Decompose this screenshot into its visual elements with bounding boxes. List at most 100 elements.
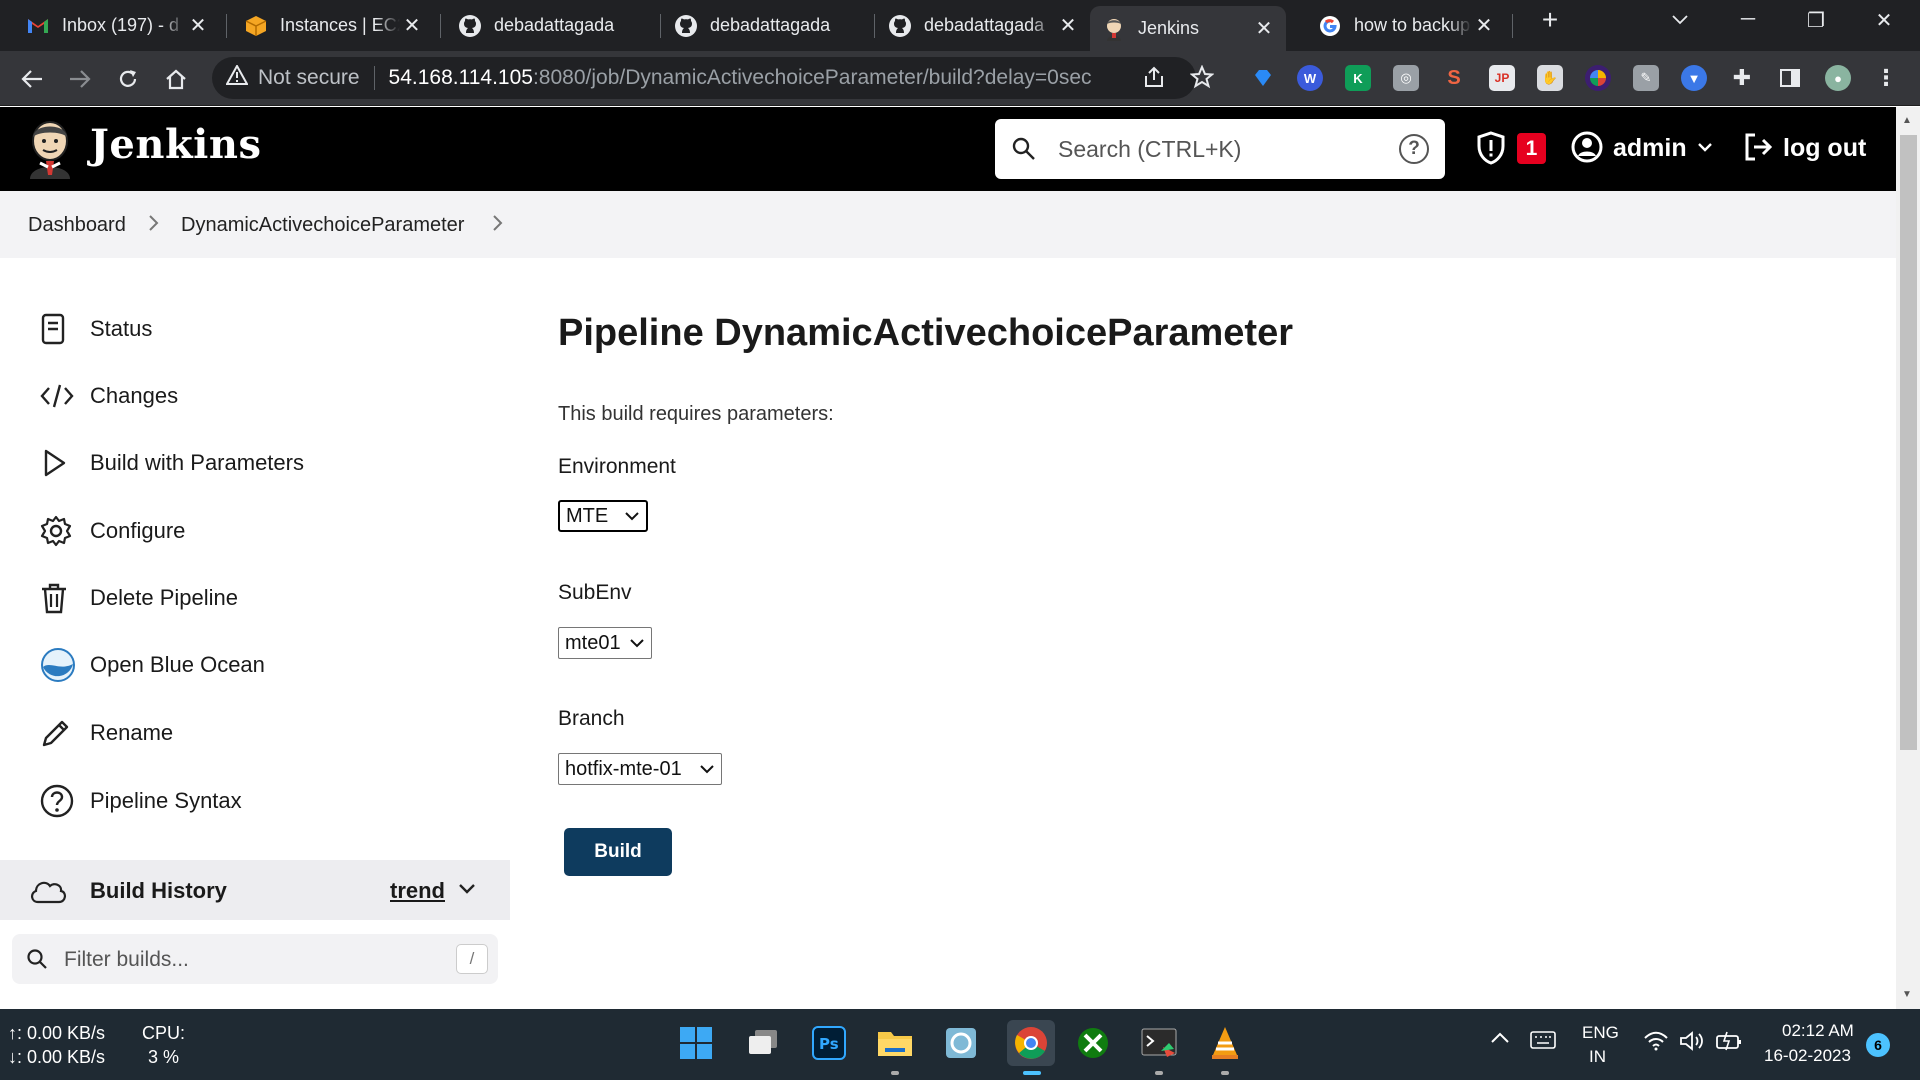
terminal-icon[interactable] [1139,1023,1179,1063]
arrow-right-icon [70,70,91,88]
help-icon[interactable]: ? [1399,134,1429,164]
page-scrollbar[interactable]: ▲ ▼ [1896,107,1920,1009]
extension-k-icon[interactable]: K [1345,65,1371,91]
chevron-right-icon[interactable] [148,213,160,238]
sidebar-item-changes[interactable]: Changes [40,374,178,418]
browser-tab-github-3[interactable]: debadattagada ✕ [876,6,1090,45]
reload-button[interactable] [110,61,146,97]
breadcrumb-job[interactable]: DynamicActivechoiceParameter [181,214,464,237]
windows-start-icon[interactable] [676,1023,716,1063]
close-window-button[interactable]: ✕ [1864,8,1904,33]
scroll-down-arrow-icon[interactable]: ▼ [1902,989,1912,1000]
task-view-icon[interactable] [743,1023,783,1063]
sidebar-item-configure[interactable]: Configure [40,509,185,553]
close-icon[interactable]: ✕ [400,13,424,38]
browser-tab-github-1[interactable]: debadattagada [446,6,656,45]
extension-web-icon[interactable]: W [1297,65,1323,91]
extension-diamond-icon[interactable] [1250,65,1276,91]
extension-color-icon[interactable] [1585,65,1611,91]
subenv-select[interactable]: mte01 [558,627,652,659]
vlc-icon[interactable] [1205,1023,1245,1063]
breadcrumb-dashboard[interactable]: Dashboard [28,214,126,237]
browser-toolbar: Not secure 54.168.114.105:8080/job/Dynam… [0,51,1920,106]
menu-dots-icon[interactable]: ⋮ [1873,65,1899,91]
search-input[interactable]: Search (CTRL+K) ? [995,119,1445,179]
back-button[interactable] [14,61,50,97]
extension-hand-icon[interactable]: ✋ [1537,65,1563,91]
forward-button[interactable] [62,61,98,97]
new-tab-button[interactable]: + [1530,4,1570,36]
xbox-icon[interactable] [1073,1023,1113,1063]
tab-search-button[interactable] [1660,8,1700,31]
extension-fox-icon[interactable]: ▼ [1681,65,1707,91]
close-icon[interactable]: ✕ [1472,13,1496,38]
share-icon[interactable] [1138,61,1170,93]
language-bottom[interactable]: IN [1589,1047,1606,1067]
puzzle-icon[interactable]: ✚ [1729,65,1755,91]
sidebar-item-rename[interactable]: Rename [40,711,173,755]
jenkins-logo[interactable] [26,119,74,179]
photoshop-icon[interactable]: Ps [809,1023,849,1063]
status-icon [40,312,90,346]
close-icon[interactable]: ✕ [186,13,210,38]
file-explorer-icon[interactable] [875,1023,915,1063]
browser-tab-github-2[interactable]: debadattagada [662,6,872,45]
sidebar-item-label: Pipeline Syntax [90,788,242,813]
chevron-up-icon[interactable] [1490,1031,1510,1050]
filter-builds-input[interactable]: Filter builds... / [12,934,498,984]
logout-icon[interactable] [1742,131,1774,168]
address-bar[interactable]: Not secure 54.168.114.105:8080/job/Dynam… [212,57,1196,99]
user-menu-name[interactable]: admin [1613,134,1687,163]
browser-tab-ec2[interactable]: Instances | EC2 ✕ [232,6,434,45]
security-warning-badge[interactable]: 1 [1517,133,1546,164]
browser-tab-jenkins[interactable]: Jenkins ✕ [1090,6,1286,51]
extension-spy-icon[interactable]: ◎ [1393,65,1419,91]
user-icon[interactable] [1571,131,1603,168]
sidebar-item-delete-pipeline[interactable]: Delete Pipeline [40,576,238,620]
svg-text:Ps: Ps [819,1035,839,1053]
chevron-down-icon[interactable] [1697,137,1713,162]
browser-tab-google[interactable]: how to backup ✕ [1306,6,1506,45]
branch-select[interactable]: hotfix-mte-01 [558,753,722,785]
chevron-right-icon[interactable] [492,213,504,238]
extension-pen-icon[interactable]: ✎ [1633,65,1659,91]
jenkins-brand-title[interactable]: Jenkins [90,121,261,168]
sidebar-item-status[interactable]: Status [40,307,152,351]
extension-jp-icon[interactable]: JP [1489,65,1515,91]
app-icon[interactable] [941,1023,981,1063]
scrollbar-thumb[interactable] [1900,135,1917,750]
github-icon [674,14,698,38]
build-button[interactable]: Build [564,828,672,876]
close-icon[interactable]: ✕ [1252,16,1276,41]
sidebar-item-build-with-parameters[interactable]: Build with Parameters [40,441,304,485]
environment-select[interactable]: MTE [558,500,648,532]
wifi-icon[interactable] [1643,1031,1669,1056]
chrome-icon[interactable] [1007,1020,1055,1066]
restore-button[interactable]: ❐ [1796,8,1836,33]
shield-icon[interactable] [1476,131,1506,170]
language-top[interactable]: ENG [1582,1023,1619,1043]
side-panel-icon[interactable] [1777,65,1803,91]
clock-date[interactable]: 16-02-2023 [1764,1046,1851,1066]
security-status[interactable]: Not secure [258,66,360,90]
clock-time[interactable]: 02:12 AM [1782,1021,1854,1041]
tab-divider [226,14,227,38]
notification-badge[interactable]: 6 [1866,1033,1890,1057]
cpu-value: 3 % [148,1047,180,1067]
keyboard-icon[interactable] [1530,1031,1556,1054]
chevron-down-icon[interactable] [458,882,476,901]
build-history-trend-link[interactable]: trend [390,878,445,904]
sidebar-item-open-blue-ocean[interactable]: Open Blue Ocean [40,643,265,687]
sidebar-item-pipeline-syntax[interactable]: Pipeline Syntax [40,779,242,823]
logout-link[interactable]: log out [1783,134,1866,163]
home-button[interactable] [158,61,194,97]
battery-icon[interactable] [1715,1031,1743,1056]
close-icon[interactable]: ✕ [1056,13,1080,38]
profile-avatar[interactable]: ● [1825,65,1851,91]
extension-s-icon[interactable]: S [1441,65,1467,91]
browser-tab-gmail[interactable]: Inbox (197) - d ✕ [14,6,220,45]
volume-icon[interactable] [1679,1031,1705,1056]
scroll-up-arrow-icon[interactable]: ▲ [1902,115,1912,126]
bookmark-star-icon[interactable] [1186,61,1218,93]
minimize-button[interactable]: ─ [1728,8,1768,31]
